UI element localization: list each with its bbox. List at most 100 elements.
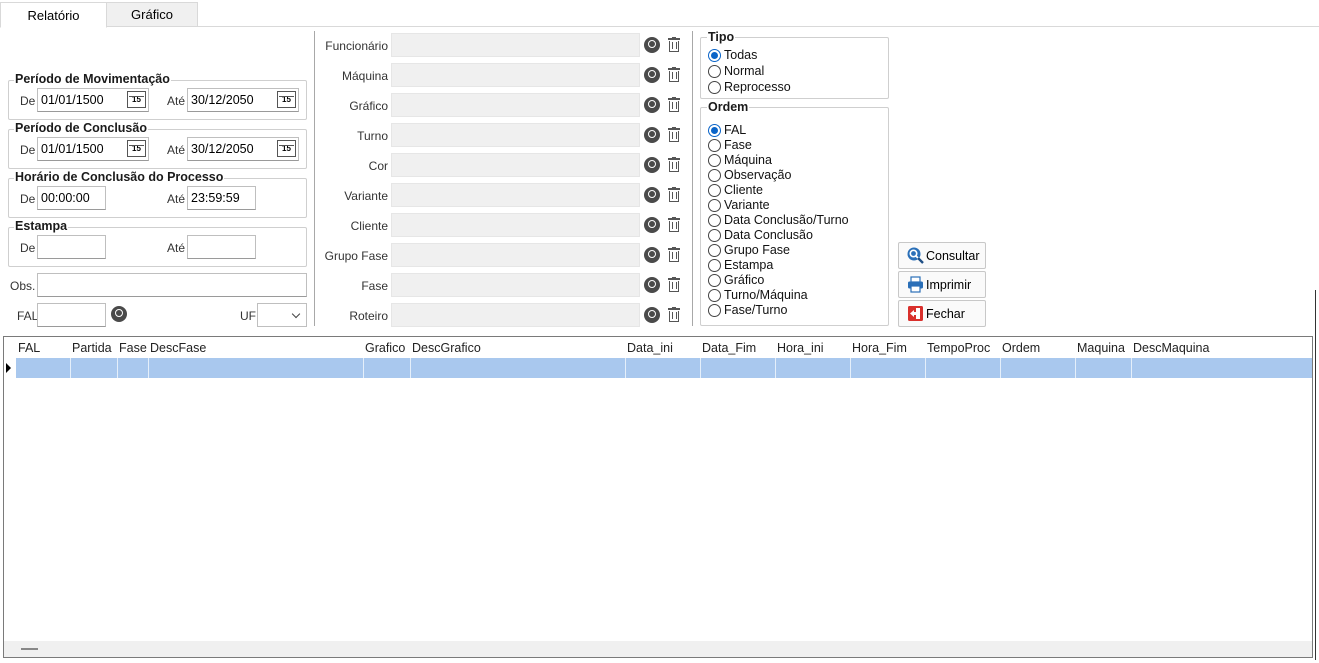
table-row[interactable] <box>16 358 1312 378</box>
fal-field[interactable] <box>37 303 106 327</box>
filter-field[interactable] <box>391 213 640 237</box>
ordem-radio[interactable] <box>708 184 721 197</box>
column-header[interactable]: Partida <box>72 341 112 355</box>
filter-label: Cor <box>368 159 388 173</box>
calendar-icon[interactable]: 15 <box>277 140 296 157</box>
tipo-radio[interactable] <box>708 81 721 94</box>
calendar-icon[interactable]: 15 <box>127 91 146 108</box>
search-icon[interactable] <box>644 307 660 323</box>
tab-relatorio[interactable]: Relatório <box>0 2 107 28</box>
filter-field[interactable] <box>391 33 640 57</box>
ordem-radio[interactable] <box>708 124 721 137</box>
column-header[interactable]: Ordem <box>1002 341 1040 355</box>
uf-label: UF <box>240 309 256 323</box>
search-icon[interactable] <box>644 277 660 293</box>
trash-icon[interactable] <box>668 307 680 322</box>
ordem-option-label[interactable]: Data Conclusão/Turno <box>724 213 849 227</box>
tipo-option-label[interactable]: Reprocesso <box>724 80 791 94</box>
obs-field[interactable] <box>37 273 307 297</box>
ordem-radio[interactable] <box>708 259 721 272</box>
search-icon[interactable] <box>644 127 660 143</box>
search-icon[interactable] <box>644 97 660 113</box>
column-header[interactable]: TempoProc <box>927 341 990 355</box>
trash-icon[interactable] <box>668 247 680 262</box>
search-icon[interactable] <box>111 306 127 322</box>
search-icon[interactable] <box>644 217 660 233</box>
hora-ate-field[interactable]: 23:59:59 <box>187 186 256 210</box>
trash-icon[interactable] <box>668 127 680 142</box>
column-header[interactable]: Maquina <box>1077 341 1125 355</box>
ordem-radio[interactable] <box>708 139 721 152</box>
column-header[interactable]: Data_ini <box>627 341 673 355</box>
ordem-radio[interactable] <box>708 214 721 227</box>
ordem-radio[interactable] <box>708 154 721 167</box>
ordem-radio[interactable] <box>708 199 721 212</box>
ordem-option-label[interactable]: Estampa <box>724 258 773 272</box>
column-header[interactable]: Hora_ini <box>777 341 824 355</box>
ordem-option-label[interactable]: Grupo Fase <box>724 243 790 257</box>
cell-separator <box>117 358 118 378</box>
trash-icon[interactable] <box>668 157 680 172</box>
filter-field[interactable] <box>391 153 640 177</box>
filter-field[interactable] <box>391 123 640 147</box>
ordem-option-label[interactable]: Observação <box>724 168 791 182</box>
column-header[interactable]: DescFase <box>150 341 206 355</box>
ordem-radio[interactable] <box>708 169 721 182</box>
ordem-option-label[interactable]: Turno/Máquina <box>724 288 808 302</box>
tab-grafico[interactable]: Gráfico <box>107 2 198 27</box>
ordem-option-label[interactable]: Fase <box>724 138 752 152</box>
ordem-option-label[interactable]: Data Conclusão <box>724 228 813 242</box>
results-grid[interactable]: FAL Partida Fase DescFase Grafico DescGrafico… <box>3 336 1313 658</box>
filter-field[interactable] <box>391 183 640 207</box>
ordem-option-label[interactable]: FAL <box>724 123 746 137</box>
column-header[interactable]: FAL <box>18 341 40 355</box>
trash-icon[interactable] <box>668 277 680 292</box>
ordem-option-label[interactable]: Gráfico <box>724 273 764 287</box>
trash-icon[interactable] <box>668 97 680 112</box>
ordem-option-label[interactable]: Fase/Turno <box>724 303 787 317</box>
search-icon[interactable] <box>644 157 660 173</box>
filter-field[interactable] <box>391 303 640 327</box>
ordem-radio[interactable] <box>708 244 721 257</box>
search-icon[interactable] <box>644 37 660 53</box>
search-icon[interactable] <box>644 247 660 263</box>
calendar-icon[interactable]: 15 <box>127 140 146 157</box>
consultar-button[interactable]: Consultar <box>898 242 986 269</box>
tipo-radio[interactable] <box>708 49 721 62</box>
column-header[interactable]: Fase <box>119 341 147 355</box>
estampa-ate-field[interactable] <box>187 235 256 259</box>
filter-field[interactable] <box>391 273 640 297</box>
estampa-de-field[interactable] <box>37 235 106 259</box>
imprimir-button[interactable]: Imprimir <box>898 271 986 298</box>
ordem-radio[interactable] <box>708 229 721 242</box>
column-header[interactable]: DescGrafico <box>412 341 481 355</box>
trash-icon[interactable] <box>668 217 680 232</box>
horario-conclusao-title: Horário de Conclusão do Processo <box>14 170 225 184</box>
column-header[interactable]: Data_Fim <box>702 341 756 355</box>
ordem-radio[interactable] <box>708 274 721 287</box>
search-icon[interactable] <box>644 187 660 203</box>
ordem-radio[interactable] <box>708 289 721 302</box>
column-header[interactable]: Hora_Fim <box>852 341 907 355</box>
column-header[interactable]: Grafico <box>365 341 405 355</box>
ordem-option-label[interactable]: Variante <box>724 198 770 212</box>
ordem-option-label[interactable]: Máquina <box>724 153 772 167</box>
filter-field[interactable] <box>391 243 640 267</box>
calendar-icon[interactable]: 15 <box>277 91 296 108</box>
uf-select[interactable] <box>257 303 307 327</box>
tipo-option-label[interactable]: Todas <box>724 48 757 62</box>
trash-icon[interactable] <box>668 67 680 82</box>
filter-field[interactable] <box>391 63 640 87</box>
cell-separator <box>850 358 851 378</box>
tipo-radio[interactable] <box>708 65 721 78</box>
filter-field[interactable] <box>391 93 640 117</box>
trash-icon[interactable] <box>668 187 680 202</box>
ordem-option-label[interactable]: Cliente <box>724 183 763 197</box>
search-icon[interactable] <box>644 67 660 83</box>
column-header[interactable]: DescMaquina <box>1133 341 1209 355</box>
fechar-button[interactable]: Fechar <box>898 300 986 327</box>
trash-icon[interactable] <box>668 37 680 52</box>
ordem-radio[interactable] <box>708 304 721 317</box>
hora-de-field[interactable]: 00:00:00 <box>37 186 106 210</box>
tipo-option-label[interactable]: Normal <box>724 64 764 78</box>
